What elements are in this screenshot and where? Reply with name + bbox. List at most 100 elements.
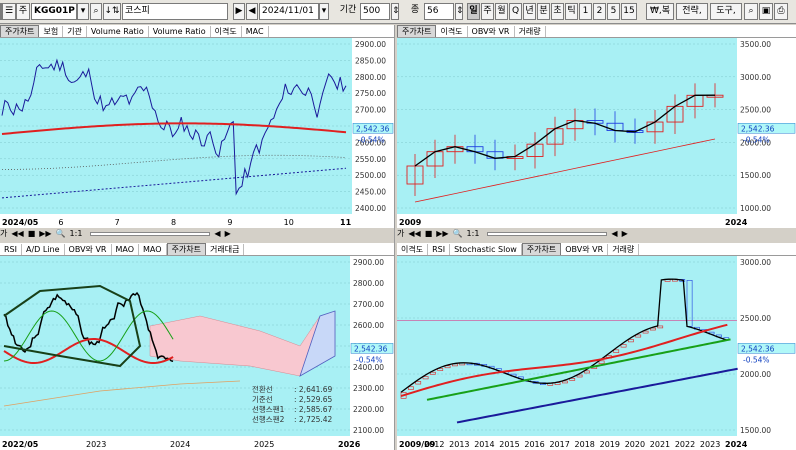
sort-icon[interactable]: ↓⇅ <box>103 3 121 20</box>
chart-area[interactable]: 2900.002850.002800.002750.002700.002650.… <box>0 38 394 228</box>
tab-3[interactable]: 거래량 <box>515 26 546 37</box>
tab-0[interactable]: 이격도 <box>397 244 429 255</box>
tab-1[interactable]: RSI <box>428 244 451 255</box>
tab-6[interactable]: MAC <box>242 26 269 37</box>
y-tick-label: 2800.00 <box>355 73 386 82</box>
font-a-button[interactable]: 가 <box>397 229 404 238</box>
tab-1[interactable]: A/D Line <box>22 244 65 255</box>
y-tick-label: 2550.00 <box>355 155 386 164</box>
symbol-dropdown-icon[interactable]: ▾ <box>77 3 89 20</box>
first-icon[interactable]: ◀◀ <box>408 229 420 238</box>
tab-0[interactable]: 주가차트 <box>0 25 40 37</box>
date-dropdown-icon[interactable]: ▾ <box>319 3 329 20</box>
interval-button-5[interactable]: 분 <box>537 3 550 20</box>
next-icon[interactable]: ▶▶ <box>436 229 448 238</box>
next-icon[interactable]: ▶▶ <box>39 229 51 238</box>
interval-button-11[interactable]: 15 <box>621 3 637 20</box>
count-spin-icon[interactable]: ⇕ <box>455 3 463 20</box>
tab-2[interactable]: OBV와 VR <box>65 244 112 255</box>
y-tick-label: 2700.00 <box>353 300 384 309</box>
tab-2[interactable]: 기관 <box>63 26 87 37</box>
won-button[interactable]: ₩,복 <box>646 3 674 20</box>
y-tick-label: 1500.00 <box>740 171 771 180</box>
y-tick-label: 2800.00 <box>353 279 384 288</box>
y-tick-label: 1500.00 <box>740 426 771 435</box>
ichimoku-label: 기준선 <box>252 395 273 404</box>
chart-area[interactable]: 3500.003000.002500.002000.001500.001000.… <box>397 38 796 228</box>
y-tick-label: 2750.00 <box>355 89 386 98</box>
y-tick-label: 2600.00 <box>353 321 384 330</box>
date-prev-icon[interactable]: ◀ <box>246 3 258 20</box>
price-tag-text: 2,542.36 <box>741 124 775 133</box>
right-arrow-icon[interactable]: ▶ <box>225 229 231 238</box>
tab-0[interactable]: RSI <box>0 244 22 255</box>
ma-long-line <box>1 122 347 135</box>
interval-button-7[interactable]: 틱 <box>565 3 578 20</box>
stop-icon[interactable]: ■ <box>28 229 36 238</box>
right-arrow-icon[interactable]: ▶ <box>622 229 628 238</box>
ratio-button[interactable]: 1:1 <box>467 229 480 238</box>
interval-button-4[interactable]: 년 <box>523 3 536 20</box>
tab-1[interactable]: 이격도 <box>436 26 468 37</box>
tab-4[interactable]: Volume Ratio <box>149 26 211 37</box>
left-arrow-icon[interactable]: ◀ <box>214 229 220 238</box>
search-zoom-icon[interactable]: ⌕ <box>744 3 758 20</box>
x-tick-label: 2021 <box>650 440 670 449</box>
interval-button-10[interactable]: 5 <box>607 3 620 20</box>
search-icon[interactable]: ⌕ <box>90 3 102 20</box>
x-tick-label: 2023 <box>86 440 106 449</box>
date-input[interactable]: 2024/11/01 <box>259 3 319 20</box>
stop-icon[interactable]: ■ <box>425 229 433 238</box>
count-input[interactable]: 56 <box>424 3 454 20</box>
menu-icon[interactable]: ☰ <box>2 3 16 20</box>
interval-button-3[interactable]: Q <box>509 3 522 20</box>
first-icon[interactable]: ◀◀ <box>11 229 23 238</box>
chart-area[interactable]: 2900.002800.002700.002600.002500.002400.… <box>0 256 394 450</box>
print-icon[interactable]: ⎙ <box>774 3 788 20</box>
tab-3[interactable]: 주가차트 <box>521 243 562 255</box>
interval-button-9[interactable]: 2 <box>593 3 606 20</box>
y-tick-label: 2500.00 <box>740 314 771 323</box>
tab-5[interactable]: 거래량 <box>608 244 640 255</box>
interval-button-2[interactable]: 월 <box>495 3 508 20</box>
tab-0[interactable]: 주가차트 <box>397 25 437 37</box>
tab-2[interactable]: OBV와 VR <box>468 26 515 37</box>
y-tick-label: 2450.00 <box>355 188 386 197</box>
zoom-icon[interactable]: 🔍 <box>56 229 66 238</box>
interval-button-6[interactable]: 초 <box>551 3 564 20</box>
symbol-code-input[interactable]: KGG01P <box>31 3 77 20</box>
tab-bar: RSI A/D Line OBV와 VR MAO MAO 주가차트 거래대금 <box>0 243 394 256</box>
splitter[interactable] <box>394 25 397 450</box>
ichimoku-label: 선행스팬2 <box>252 415 285 424</box>
x-tick-label: 7 <box>115 218 120 227</box>
scroll-track[interactable] <box>487 231 608 236</box>
x-tick-label: 8 <box>171 218 176 227</box>
mode-button[interactable]: 주 <box>16 3 30 20</box>
interval-button-0[interactable]: 일 <box>467 3 480 20</box>
tab-2[interactable]: Stochastic Slow <box>450 244 522 255</box>
period-spin-icon[interactable]: ⇕ <box>391 3 399 20</box>
ratio-button[interactable]: 1:1 <box>70 229 83 238</box>
interval-button-8[interactable]: 1 <box>579 3 592 20</box>
tab-3[interactable]: Volume Ratio <box>87 26 149 37</box>
tab-3[interactable]: MAO <box>112 244 140 255</box>
lagging-line <box>3 310 174 362</box>
font-a-button[interactable]: 가 <box>0 229 7 238</box>
tab-1[interactable]: 보험 <box>39 26 64 37</box>
ichimoku-row: 기준선: 2,529.65 <box>252 395 332 405</box>
chart-area[interactable]: 3000.002500.002000.001500.002009/092012 2… <box>397 256 796 450</box>
tab-4[interactable]: MAO <box>139 244 167 255</box>
tools-button[interactable]: 도구, <box>710 3 742 20</box>
tab-5[interactable]: 이격도 <box>211 26 242 37</box>
tab-6[interactable]: 거래대금 <box>206 244 245 255</box>
left-arrow-icon[interactable]: ◀ <box>611 229 617 238</box>
period-input[interactable]: 500 <box>360 3 390 20</box>
scroll-track[interactable] <box>90 231 211 236</box>
tab-5[interactable]: 주가차트 <box>166 243 207 255</box>
tab-4[interactable]: OBV와 VR <box>561 244 609 255</box>
zoom-icon[interactable]: 🔍 <box>453 229 463 238</box>
strategy-button[interactable]: 전략, <box>676 3 708 20</box>
date-next-icon[interactable]: ▶ <box>233 3 245 20</box>
save-icon[interactable]: ▣ <box>759 3 773 20</box>
interval-button-1[interactable]: 주 <box>481 3 494 20</box>
